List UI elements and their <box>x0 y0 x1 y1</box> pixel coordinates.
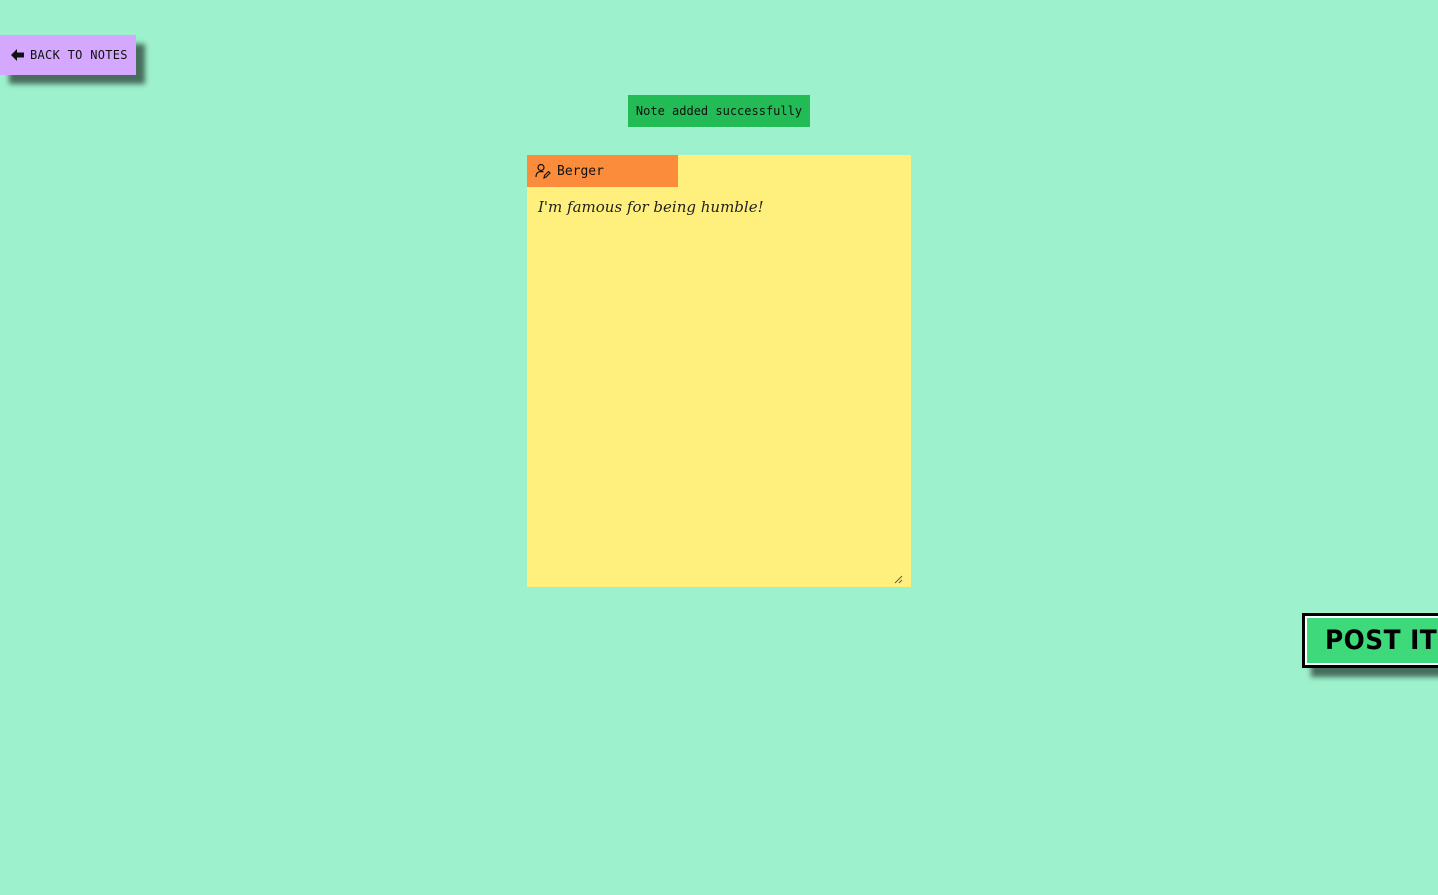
post-it-label: POST IT <box>1325 625 1438 656</box>
resize-grip-icon[interactable] <box>893 569 903 584</box>
note-text-area[interactable]: I'm famous for being humble! <box>527 187 911 587</box>
success-toast: Note added successfully <box>628 95 810 127</box>
post-it-button-face[interactable]: POST IT <box>1307 618 1438 663</box>
back-to-notes-label: BACK TO NOTES <box>30 48 128 62</box>
note-card: Berger I'm famous for being humble! <box>527 155 911 587</box>
author-name: Berger <box>557 163 604 179</box>
arrow-left-icon <box>10 48 24 62</box>
user-edit-icon <box>535 163 551 179</box>
author-tag: Berger <box>527 155 678 187</box>
post-it-button[interactable]: POST IT <box>1302 613 1438 668</box>
back-to-notes-button[interactable]: BACK TO NOTES <box>0 35 136 75</box>
